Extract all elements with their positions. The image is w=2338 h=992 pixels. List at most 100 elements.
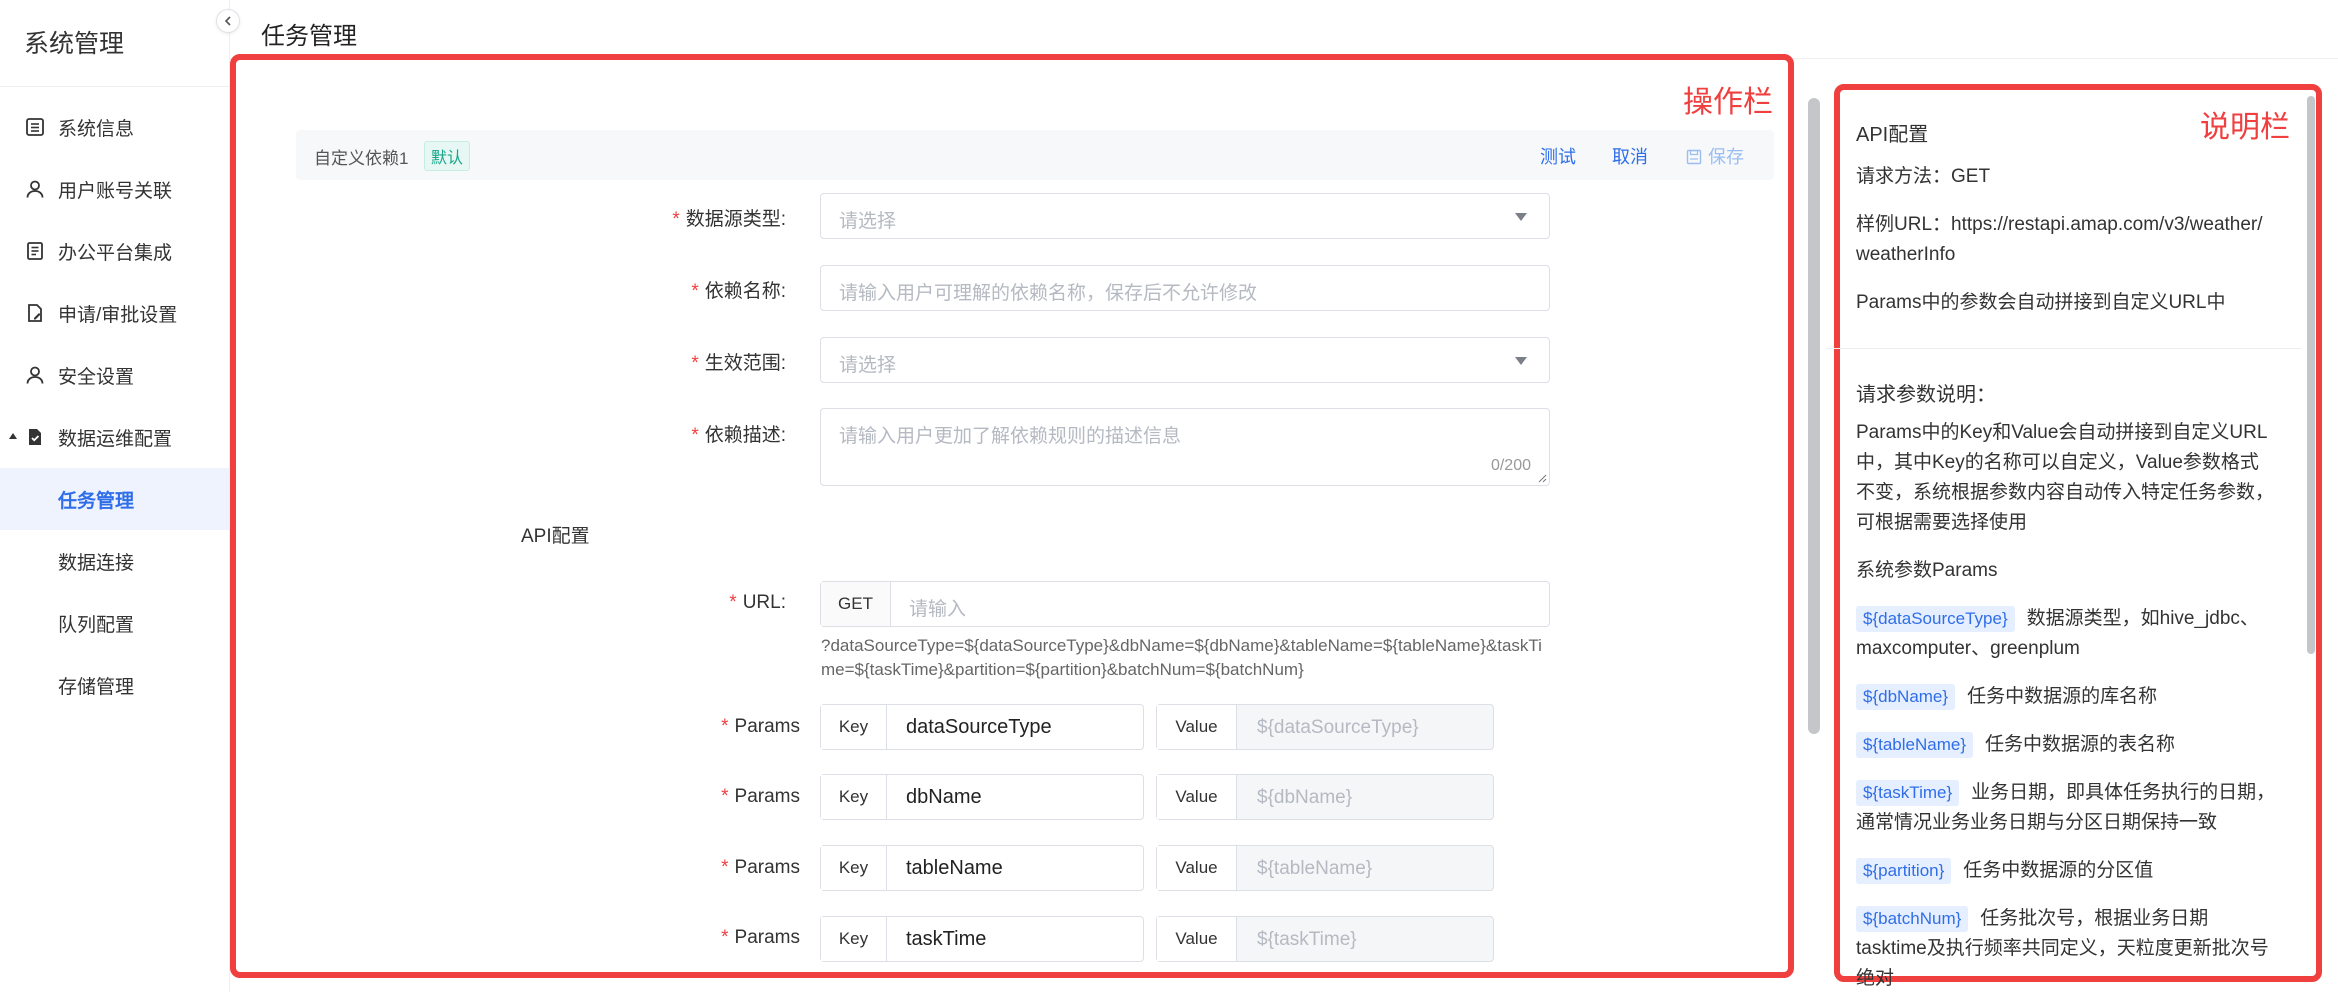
sidebar-item-label: 办公平台集成 <box>58 242 173 264</box>
sidebar-subitem-storage[interactable]: 存储管理 <box>0 654 229 716</box>
param-key-input[interactable]: Key tableName <box>820 845 1144 891</box>
scope-select[interactable]: 请选择 <box>820 337 1550 383</box>
param-value-text: ${dataSourceType} <box>1257 717 1419 738</box>
sidebar-item-user-accounts[interactable]: 用户账号关联 <box>0 158 229 220</box>
chevron-left-icon <box>224 16 231 26</box>
default-badge: 默认 <box>424 141 471 171</box>
side-params-note: Params中的参数会自动拼接到自定义URL中 <box>1856 292 2226 313</box>
dependency-name-label: * 依赖名称: <box>691 281 786 302</box>
sidebar-item-system-info[interactable]: 系统信息 <box>0 96 229 158</box>
doc-icon <box>24 240 46 262</box>
sidebar-item-data-ops[interactable]: 数据运维配置 <box>0 406 229 468</box>
datasource-type-placeholder: 请选择 <box>839 211 897 232</box>
save-icon <box>1686 149 1702 165</box>
sys-param-desc: 任务中数据源的分区值 <box>1963 860 2154 881</box>
sys-param-item: ${dbName} 任务中数据源的库名称 <box>1856 682 2276 712</box>
value-tag: Value <box>1157 705 1237 749</box>
header-background <box>230 0 2338 58</box>
operation-annotation-label: 操作栏 <box>1683 86 1773 119</box>
sidebar-item-label: 存储管理 <box>58 676 135 698</box>
side-sys-params-title: 系统参数Params <box>1856 560 1998 581</box>
sidebar-title: 系统管理 <box>24 30 125 58</box>
param-value-input: Value ${tableName} <box>1156 845 1494 891</box>
sys-param-desc: 任务中数据源的表名称 <box>1985 734 2176 755</box>
url-params-hint: ?dataSourceType=${dataSourceType}&dbName… <box>821 636 1542 679</box>
param-key-value: taskTime <box>906 928 987 950</box>
dependency-desc-textarea[interactable]: 请输入用户更加了解依赖规则的描述信息 0/200 <box>820 408 1550 486</box>
dependency-name-placeholder: 请输入用户可理解的依赖名称，保存后不允许修改 <box>839 283 1258 304</box>
url-label: * URL: <box>729 592 786 613</box>
param-value-text: ${tableName} <box>1257 858 1373 879</box>
sys-param-item: ${tableName} 任务中数据源的表名称 <box>1856 730 2276 760</box>
param-key-input[interactable]: Key taskTime <box>820 916 1144 962</box>
side-scrollbar[interactable] <box>2307 96 2315 654</box>
sidebar: 系统管理 系统信息 用户账号关联 办公平台集成 申请/审批设置 安全设置 数据运… <box>0 0 230 992</box>
value-tag: Value <box>1157 917 1237 961</box>
value-tag: Value <box>1157 775 1237 819</box>
key-tag: Key <box>821 846 887 890</box>
sidebar-item-label: 任务管理 <box>58 490 135 512</box>
main-scrollbar[interactable] <box>1808 98 1820 734</box>
sidebar-item-label: 申请/审批设置 <box>58 304 178 326</box>
dependency-name: 自定义依赖1 <box>314 149 409 168</box>
sys-param-tag: ${partition} <box>1856 858 1952 884</box>
side-method: 请求方法：GET <box>1856 166 1991 187</box>
sys-param-item: ${partition} 任务中数据源的分区值 <box>1856 856 2276 886</box>
user-icon <box>24 364 46 386</box>
sidebar-item-security[interactable]: 安全设置 <box>0 344 229 406</box>
sidebar-collapse-button[interactable] <box>216 9 240 33</box>
sys-param-item: ${batchNum} 任务批次号，根据业务日期tasktime及执行频率共同定义… <box>1856 904 2276 992</box>
param-key-input[interactable]: Key dbName <box>820 774 1144 820</box>
key-tag: Key <box>821 775 887 819</box>
dependency-name-input[interactable]: 请输入用户可理解的依赖名称，保存后不允许修改 <box>820 265 1550 311</box>
key-tag: Key <box>821 705 887 749</box>
params-label: * Params <box>721 786 800 807</box>
key-tag: Key <box>821 917 887 961</box>
caret-down-icon <box>1515 213 1527 221</box>
side-divider <box>1826 348 2302 349</box>
sidebar-item-label: 系统信息 <box>58 118 135 140</box>
save-button-label: 保存 <box>1708 147 1744 167</box>
url-placeholder: 请输入 <box>909 599 967 620</box>
test-button[interactable]: 测试 <box>1540 143 1576 169</box>
sys-param-item: ${taskTime} 业务日期，即具体任务执行的日期，通常情况业务业务日期与分区… <box>1856 778 2276 838</box>
sys-param-tag: ${batchNum} <box>1856 906 1969 932</box>
sidebar-item-label: 队列配置 <box>58 614 135 636</box>
dependency-card-header: 自定义依赖1 默认 测试 取消 保存 <box>296 130 1774 180</box>
param-key-value: tableName <box>906 857 1003 879</box>
api-section-title: API配置 <box>521 526 590 547</box>
dependency-desc-placeholder: 请输入用户更加了解依赖规则的描述信息 <box>839 426 1182 447</box>
sidebar-subitem-data-connection[interactable]: 数据连接 <box>0 530 229 592</box>
list-icon <box>24 116 46 138</box>
user-icon <box>24 178 46 200</box>
sidebar-item-label: 数据连接 <box>58 552 135 574</box>
char-counter: 0/200 <box>1490 457 1531 474</box>
caret-down-icon <box>1515 357 1527 365</box>
sidebar-item-label: 安全设置 <box>58 366 135 388</box>
http-method-tag: GET <box>821 582 891 626</box>
sidebar-item-label: 数据运维配置 <box>58 428 173 450</box>
scope-placeholder: 请选择 <box>839 355 897 376</box>
sidebar-subitem-queue-config[interactable]: 队列配置 <box>0 592 229 654</box>
save-button[interactable]: 保存 <box>1686 143 1744 169</box>
sidebar-subitem-task-management[interactable]: 任务管理 <box>0 468 229 530</box>
sys-param-item: ${dataSourceType} 数据源类型，如hive_jdbc、maxcom… <box>1856 604 2276 664</box>
datasource-type-select[interactable]: 请选择 <box>820 193 1550 239</box>
url-input[interactable]: GET 请输入 <box>820 581 1550 627</box>
sidebar-item-office-integration[interactable]: 办公平台集成 <box>0 220 229 282</box>
sidebar-nav: 系统信息 用户账号关联 办公平台集成 申请/审批设置 安全设置 数据运维配置 任… <box>0 96 229 716</box>
value-tag: Value <box>1157 846 1237 890</box>
sys-param-desc: 任务中数据源的库名称 <box>1967 686 2158 707</box>
param-value-input: Value ${taskTime} <box>1156 916 1494 962</box>
cancel-button[interactable]: 取消 <box>1612 143 1648 169</box>
side-request-desc: Params中的Key和Value会自动拼接到自定义URL中，其中Key的名称可… <box>1856 422 2275 533</box>
params-label: * Params <box>721 927 800 948</box>
sidebar-item-approval-settings[interactable]: 申请/审批设置 <box>0 282 229 344</box>
param-key-value: dataSourceType <box>906 716 1052 738</box>
file-edit-icon <box>24 302 46 324</box>
param-value-input: Value ${dataSourceType} <box>1156 704 1494 750</box>
params-label: * Params <box>721 857 800 878</box>
resize-handle-icon[interactable] <box>1537 473 1547 483</box>
param-key-input[interactable]: Key dataSourceType <box>820 704 1144 750</box>
side-api-title: API配置 <box>1856 124 1929 146</box>
